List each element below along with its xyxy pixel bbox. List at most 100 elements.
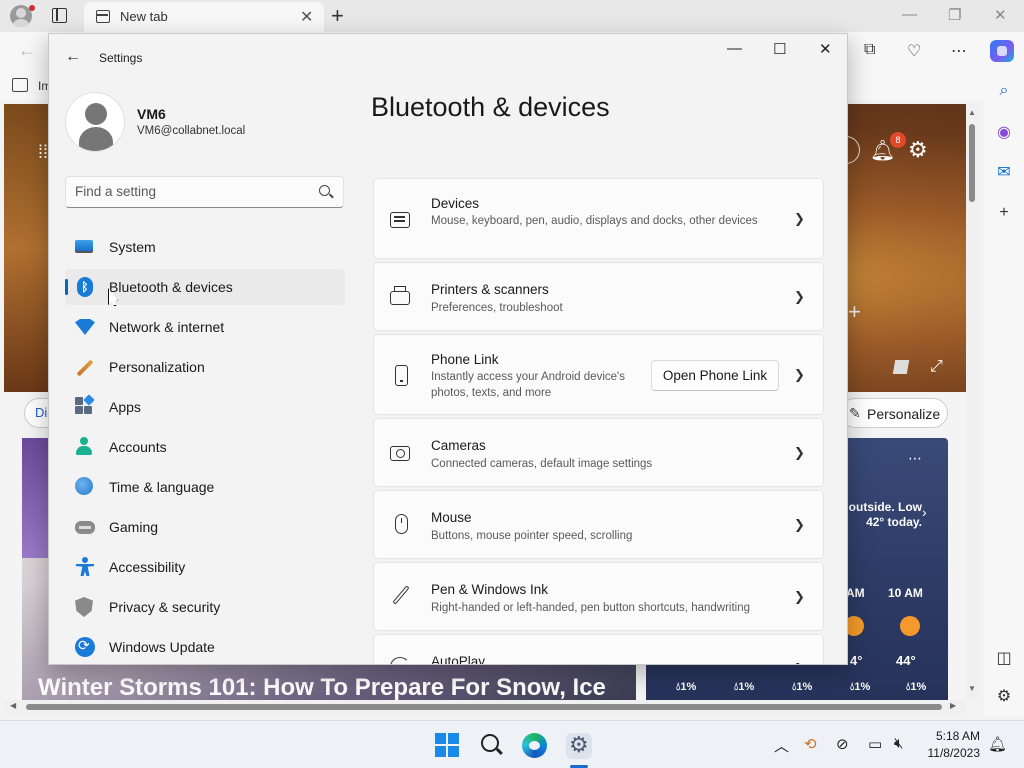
- card-devices[interactable]: Devices Mouse, keyboard, pen, audio, dis…: [373, 178, 824, 259]
- open-phone-link-button[interactable]: Open Phone Link: [651, 360, 779, 391]
- settings-minimize-icon[interactable]: —: [727, 40, 742, 57]
- browser-close-icon[interactable]: ✕: [994, 6, 1007, 24]
- browser-tab[interactable]: New tab ✕: [84, 2, 324, 32]
- card-description: Buttons, mouse pointer speed, scrolling: [431, 530, 633, 542]
- card-description: Mouse, keyboard, pen, audio, displays an…: [431, 215, 758, 227]
- apps-launcher-icon[interactable]: ⁞⁞: [38, 142, 48, 163]
- sidebar-outlook-icon[interactable]: ✉: [984, 162, 1024, 182]
- sidebar-m365-icon[interactable]: ◉: [984, 122, 1024, 142]
- card-cameras[interactable]: Cameras Connected cameras, default image…: [373, 418, 824, 487]
- chevron-right-icon: ❯: [794, 517, 805, 532]
- new-tab-plus-icon[interactable]: +: [331, 3, 344, 29]
- taskbar-search-icon[interactable]: [481, 734, 499, 752]
- nav-item-time-language[interactable]: Time & language: [65, 469, 345, 505]
- copilot-icon[interactable]: [990, 40, 1014, 62]
- settings-window-title: Settings: [99, 51, 143, 65]
- globe-clock-icon: [75, 477, 93, 495]
- search-icon[interactable]: [319, 185, 330, 196]
- nav-item-label: Gaming: [109, 519, 159, 535]
- sidebar-add-icon[interactable]: +: [984, 204, 1024, 222]
- nav-item-bluetooth-devices[interactable]: ᛒ Bluetooth & devices: [65, 269, 345, 305]
- scroll-down-icon[interactable]: ▼: [968, 684, 976, 693]
- settings-back-icon[interactable]: ←: [65, 48, 81, 66]
- nav-item-system[interactable]: System: [65, 229, 345, 265]
- chevron-right-icon: ❯: [794, 589, 805, 604]
- sidebar-settings-icon[interactable]: ⚙: [984, 686, 1024, 706]
- expand-icon[interactable]: ⤢: [930, 358, 943, 376]
- more-options-icon[interactable]: ⋯: [951, 41, 967, 61]
- nav-item-gaming[interactable]: Gaming: [65, 509, 345, 545]
- tray-network-icon[interactable]: ⊘: [836, 735, 849, 753]
- page-settings-gear-icon[interactable]: ⚙: [908, 137, 928, 163]
- tab-title: New tab: [120, 9, 168, 24]
- add-shortcut-icon[interactable]: +: [848, 299, 861, 325]
- scroll-left-icon[interactable]: ◀: [10, 701, 16, 710]
- nav-item-privacy-security[interactable]: Privacy & security: [65, 589, 345, 625]
- find-setting-box[interactable]: [65, 176, 344, 208]
- browser-minimize-icon[interactable]: —: [902, 6, 917, 23]
- nav-item-windows-update[interactable]: Windows Update: [65, 629, 345, 664]
- card-mouse[interactable]: Mouse Buttons, mouse pointer speed, scro…: [373, 490, 824, 559]
- browser-back-icon[interactable]: ←: [18, 40, 36, 61]
- page-horizontal-scrollbar[interactable]: ◀ ▶: [4, 700, 966, 714]
- tab-actions-icon[interactable]: [52, 8, 67, 23]
- notification-center-bell-icon[interactable]: 🔔︎: [988, 735, 1007, 753]
- profile-notification-dot: [29, 5, 35, 11]
- nav-item-label: Accounts: [109, 439, 167, 455]
- chevron-right-icon: ❯: [794, 289, 805, 304]
- nav-item-label: Personalization: [109, 359, 205, 375]
- card-pen-windows-ink[interactable]: Pen & Windows Ink Right-handed or left-h…: [373, 562, 824, 631]
- browser-restore-icon[interactable]: ❐: [948, 6, 961, 24]
- autoplay-icon: [390, 657, 410, 664]
- card-autoplay[interactable]: AutoPlay ❯: [373, 634, 824, 664]
- sidebar-panel-icon[interactable]: ◫: [984, 648, 1024, 668]
- settings-app-icon[interactable]: [566, 732, 592, 759]
- tab-close-icon[interactable]: ✕: [300, 7, 313, 27]
- import-favorites-icon[interactable]: [12, 78, 28, 92]
- edge-browser-icon[interactable]: [522, 733, 547, 758]
- clock-time[interactable]: 5:18 AM: [934, 729, 980, 743]
- news-headline[interactable]: Winter Storms 101: How To Prepare For Sn…: [38, 674, 606, 702]
- card-description: Right-handed or left-handed, pen button …: [431, 602, 751, 614]
- personalize-label: Personalize: [867, 406, 941, 422]
- chevron-right-icon: ❯: [794, 661, 805, 664]
- nav-item-accounts[interactable]: Accounts: [65, 429, 345, 465]
- scroll-thumb[interactable]: [26, 704, 942, 710]
- tray-sync-icon[interactable]: ⟲: [804, 735, 817, 753]
- nav-item-label: Network & internet: [109, 319, 225, 335]
- scroll-up-icon[interactable]: ▲: [968, 108, 976, 117]
- page-vertical-scrollbar[interactable]: ▲ ▼: [966, 104, 980, 700]
- tray-volume-muted-icon[interactable]: 🔇︎: [894, 735, 903, 752]
- card-printers-scanners[interactable]: Printers & scanners Preferences, trouble…: [373, 262, 824, 331]
- nav-item-personalization[interactable]: Personalization: [65, 349, 345, 385]
- settings-close-icon[interactable]: ✕: [819, 40, 832, 58]
- precip-value: 💧︎1%: [792, 681, 813, 693]
- start-windows-icon[interactable]: [435, 733, 459, 757]
- settings-maximize-icon[interactable]: ☐: [773, 40, 786, 58]
- new-tab-favicon-icon: [96, 10, 110, 23]
- mouse-icon: [395, 514, 408, 534]
- tray-display-icon[interactable]: ▭: [868, 735, 882, 753]
- card-phone-link[interactable]: Phone Link Instantly access your Android…: [373, 334, 824, 415]
- scroll-right-icon[interactable]: ▶: [950, 701, 956, 710]
- tray-chevron-up-icon[interactable]: ︿: [774, 735, 789, 756]
- card-description: Preferences, troubleshoot: [431, 302, 563, 314]
- sidebar-search-icon[interactable]: ⌕: [984, 82, 1024, 100]
- gamepad-icon: [75, 521, 95, 534]
- collections-icon[interactable]: ⧉: [864, 41, 875, 59]
- edit-background-icon[interactable]: [892, 360, 910, 374]
- nav-item-network-internet[interactable]: Network & internet: [65, 309, 345, 345]
- weather-more-icon[interactable]: ⋯: [908, 450, 922, 467]
- nav-item-label: Time & language: [109, 479, 215, 495]
- accessibility-icon: [75, 557, 95, 577]
- clock-date[interactable]: 11/8/2023: [920, 746, 981, 760]
- precip-value: 💧︎1%: [734, 681, 755, 693]
- find-setting-input[interactable]: [75, 184, 305, 199]
- nav-item-accessibility[interactable]: Accessibility: [65, 549, 345, 585]
- nav-item-apps[interactable]: Apps: [65, 389, 345, 425]
- user-avatar[interactable]: [65, 92, 125, 152]
- browser-essentials-icon[interactable]: ♡: [907, 41, 921, 61]
- weather-chevron-right-icon[interactable]: ›: [922, 504, 927, 520]
- scroll-thumb[interactable]: [969, 124, 975, 202]
- personalize-button[interactable]: ✎ Personalize: [840, 398, 948, 428]
